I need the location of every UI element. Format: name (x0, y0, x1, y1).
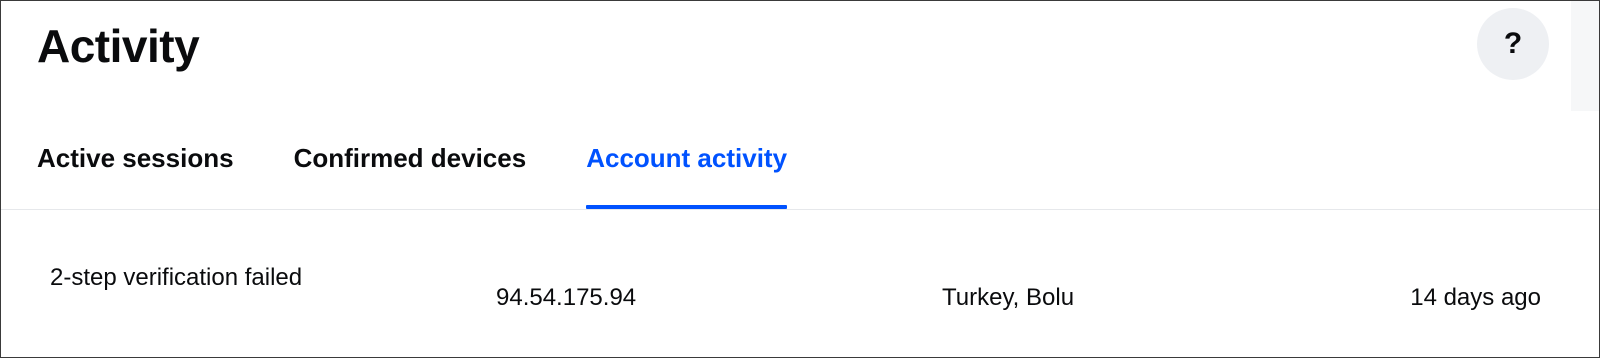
help-button[interactable]: ? (1477, 8, 1549, 80)
tab-active-sessions[interactable]: Active sessions (37, 129, 234, 209)
tab-confirmed-devices[interactable]: Confirmed devices (294, 129, 527, 209)
activity-time: 14 days ago (1410, 284, 1541, 311)
scrollbar-track (1571, 1, 1599, 111)
activity-event: 2-step verification failed (50, 264, 303, 291)
table-row: 2-step verification failed 94.54.175.94 … (1, 251, 1599, 351)
tabs-divider (1, 209, 1599, 210)
activity-ip-address: 94.54.175.94 (496, 284, 637, 311)
activity-location: Turkey, Bolu (942, 284, 1075, 311)
page-title: Activity (37, 20, 200, 72)
activity-panel: Activity ? Active sessions Confirmed dev… (0, 0, 1600, 358)
tab-bar: Active sessions Confirmed devices Accoun… (37, 129, 847, 213)
question-mark-icon: ? (1503, 27, 1523, 60)
tab-account-activity[interactable]: Account activity (586, 129, 787, 209)
